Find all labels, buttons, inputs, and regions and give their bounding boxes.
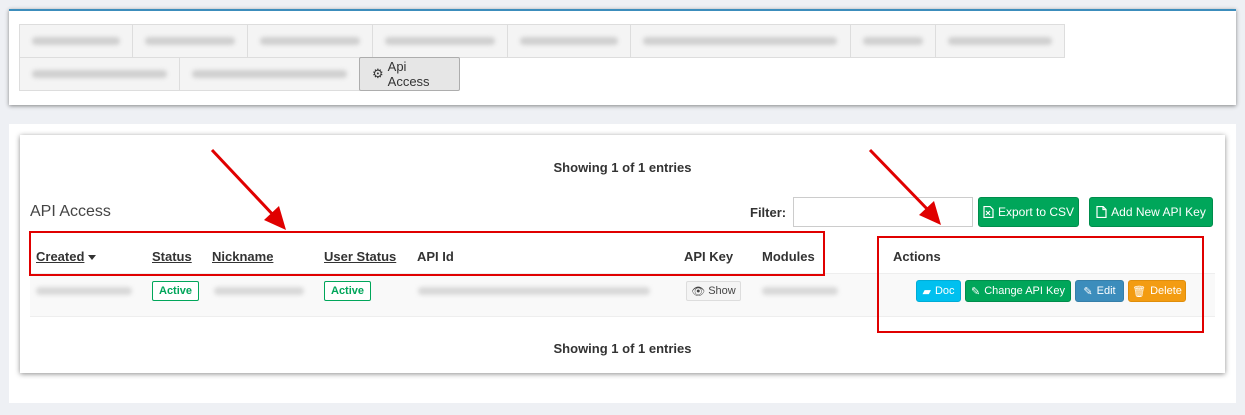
annotation-arrow-left [210,148,278,220]
annotation-arrow-right [868,148,933,215]
annotation-arrows [210,148,941,230]
